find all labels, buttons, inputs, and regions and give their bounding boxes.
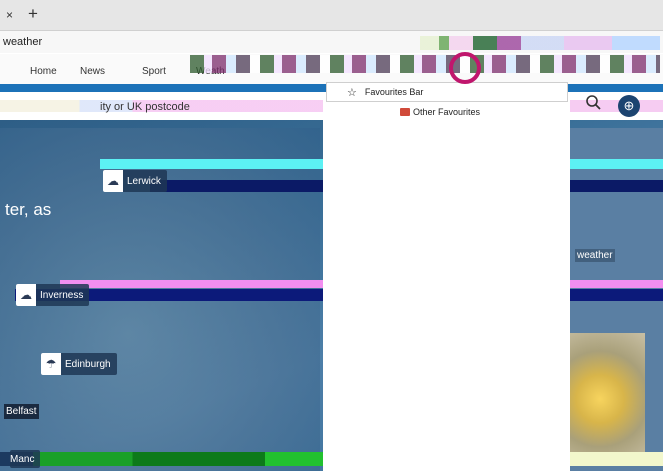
other-favourites-item[interactable]: Other Favourites: [413, 107, 480, 117]
city-label: Lerwick: [127, 175, 161, 187]
location-button[interactable]: ⊕: [618, 95, 640, 117]
nav-item-home[interactable]: Home: [30, 66, 57, 77]
close-tab-icon[interactable]: ×: [6, 8, 13, 22]
cloud-icon: ☁: [16, 284, 36, 306]
favourites-bar-label: Favourites Bar: [364, 87, 424, 97]
star-icon: ☆: [347, 86, 357, 99]
folder-icon: [400, 108, 410, 116]
city-label: Manc: [10, 453, 35, 465]
tab-strip: × +: [0, 0, 663, 31]
city-manchester[interactable]: Manc: [10, 450, 41, 468]
promo-photo[interactable]: [570, 333, 645, 453]
new-tab-button[interactable]: +: [28, 4, 38, 24]
highlight-ring: [449, 52, 481, 84]
city-edinburgh[interactable]: ☂ Edinburgh: [41, 353, 117, 375]
search-icon[interactable]: [585, 94, 601, 110]
city-label: Inverness: [40, 289, 84, 301]
search-input[interactable]: ity or UK postcode: [100, 101, 190, 113]
cloud-rain-icon: ☂: [41, 353, 61, 375]
city-lerwick[interactable]: ☁ Lerwick: [103, 170, 167, 192]
nav-item-news[interactable]: News: [80, 66, 105, 77]
city-inverness[interactable]: ☁ Inverness: [16, 284, 90, 306]
favourites-panel: [323, 100, 570, 471]
city-label: Edinburgh: [65, 358, 111, 370]
hero-text: ter, as: [5, 200, 52, 219]
toolbar-icons: [420, 36, 660, 50]
address-text[interactable]: weather: [3, 36, 42, 48]
cloud-icon: ☁: [103, 170, 123, 192]
city-belfast[interactable]: Belfast: [4, 404, 39, 419]
side-weather-label: weather: [575, 249, 615, 262]
nav-glitch: [190, 55, 660, 73]
nav-item-sport[interactable]: Sport: [142, 66, 166, 77]
crosshair-icon: ⊕: [623, 98, 635, 113]
favourites-bar-item[interactable]: ☆ Favourites Bar: [326, 82, 568, 102]
